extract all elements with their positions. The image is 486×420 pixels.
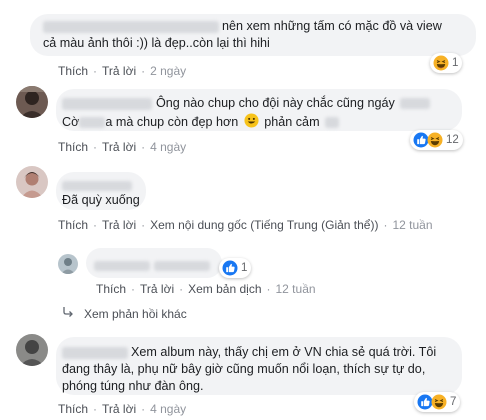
reaction-count: 1 (241, 262, 248, 274)
comment-actions: Thích · Trả lời · 2 ngày (58, 64, 187, 78)
blurred-author-name (62, 97, 152, 110)
blurred-word (400, 98, 431, 110)
haha-icon (427, 132, 443, 148)
blurred-author-name (94, 260, 150, 271)
comment-time[interactable]: 12 tuần (392, 218, 432, 232)
comment-text: Ông nào chup cho đội này chắc cũng ngáy (62, 95, 431, 111)
haha-icon (433, 55, 449, 71)
view-more-replies-link[interactable]: Xem phản hồi khác (62, 306, 187, 321)
reply-link[interactable]: Trả lời (102, 218, 136, 232)
reaction-summary[interactable]: 1 (219, 258, 252, 278)
comment-text: Xem album này, thấy chị em ở VN chia sẻ … (62, 344, 436, 360)
reply-actions: Thích · Trả lời · Xem bản dịch · 12 tuần (96, 282, 316, 296)
comment-time[interactable]: 4 ngày (150, 402, 186, 416)
see-original-link[interactable]: Xem nội dung gốc (150, 218, 247, 232)
blurred-author-name (62, 346, 128, 359)
avatar[interactable] (16, 334, 48, 366)
blurred-author-name (43, 20, 219, 33)
comment-text-line: phóng túng như đàn ông. (62, 379, 204, 393)
comment-actions: Thích · Trả lời · Xem nội dung gốc (Tiếng … (58, 218, 433, 232)
comment-actions: Thích · Trả lời · 4 ngày (58, 140, 187, 154)
comment-text: Cờ a mà chup còn đẹp hơn phản cảm (62, 113, 340, 132)
comment-time[interactable]: 4 ngày (150, 140, 186, 154)
see-translation-link[interactable]: Xem bản dịch (188, 282, 261, 296)
source-language-note: (Tiếng Trung (Giản thể)) (250, 218, 379, 232)
avatar[interactable] (16, 166, 48, 198)
grinning-face-icon (244, 113, 259, 132)
like-link[interactable]: Thích (58, 402, 88, 416)
reply-time[interactable]: 12 tuần (276, 282, 316, 296)
comment-text-line: đang thây là, phụ nữ bây giờ cũng muốn n… (62, 362, 426, 376)
reaction-summary[interactable]: 1 (430, 53, 463, 73)
comment-text: nên xem những tấm có mặc đồ và view (43, 18, 442, 34)
reaction-count: 7 (450, 396, 457, 408)
comment-text-line: nên xem những tấm có mặc đồ và view (222, 19, 442, 33)
reaction-count: 1 (452, 57, 459, 69)
avatar[interactable] (16, 86, 48, 118)
avatar[interactable] (58, 254, 78, 274)
like-icon (222, 260, 238, 276)
like-link[interactable]: Thích (58, 218, 88, 232)
like-link[interactable]: Thích (58, 64, 88, 78)
reply-link[interactable]: Trả lời (102, 64, 136, 78)
comment-text (62, 177, 132, 193)
view-more-replies-label: Xem phản hồi khác (84, 306, 187, 321)
like-link[interactable]: Thích (96, 282, 126, 296)
reply-text (94, 257, 210, 273)
haha-icon (431, 394, 447, 410)
comment-text-line: Ông nào chup cho đội này chắc cũng ngáy (156, 96, 395, 110)
blurred-word (325, 117, 340, 128)
comment-text-line: cả màu ảnh thôi :)) là đẹp..còn lại thì … (43, 36, 270, 50)
reply-link[interactable]: Trả lời (102, 402, 136, 416)
reaction-summary[interactable]: 12 (410, 130, 463, 150)
comment-actions: Thích · Trả lời · 4 ngày (58, 402, 187, 416)
comment-time[interactable]: 2 ngày (150, 64, 186, 78)
reply-link[interactable]: Trả lời (140, 282, 174, 296)
comment-text-line: Đã quỳ xuống (62, 193, 140, 207)
blurred-author-name (62, 180, 132, 191)
reply-arrow-icon (62, 306, 74, 321)
comment-text-line: Xem album này, thấy chị em ở VN chia sẻ … (131, 345, 437, 359)
blurred-text (154, 260, 210, 271)
reply-link[interactable]: Trả lời (102, 140, 136, 154)
reaction-count: 12 (446, 134, 459, 146)
blurred-word (79, 117, 106, 128)
reaction-summary[interactable]: 7 (414, 392, 461, 412)
like-link[interactable]: Thích (58, 140, 88, 154)
